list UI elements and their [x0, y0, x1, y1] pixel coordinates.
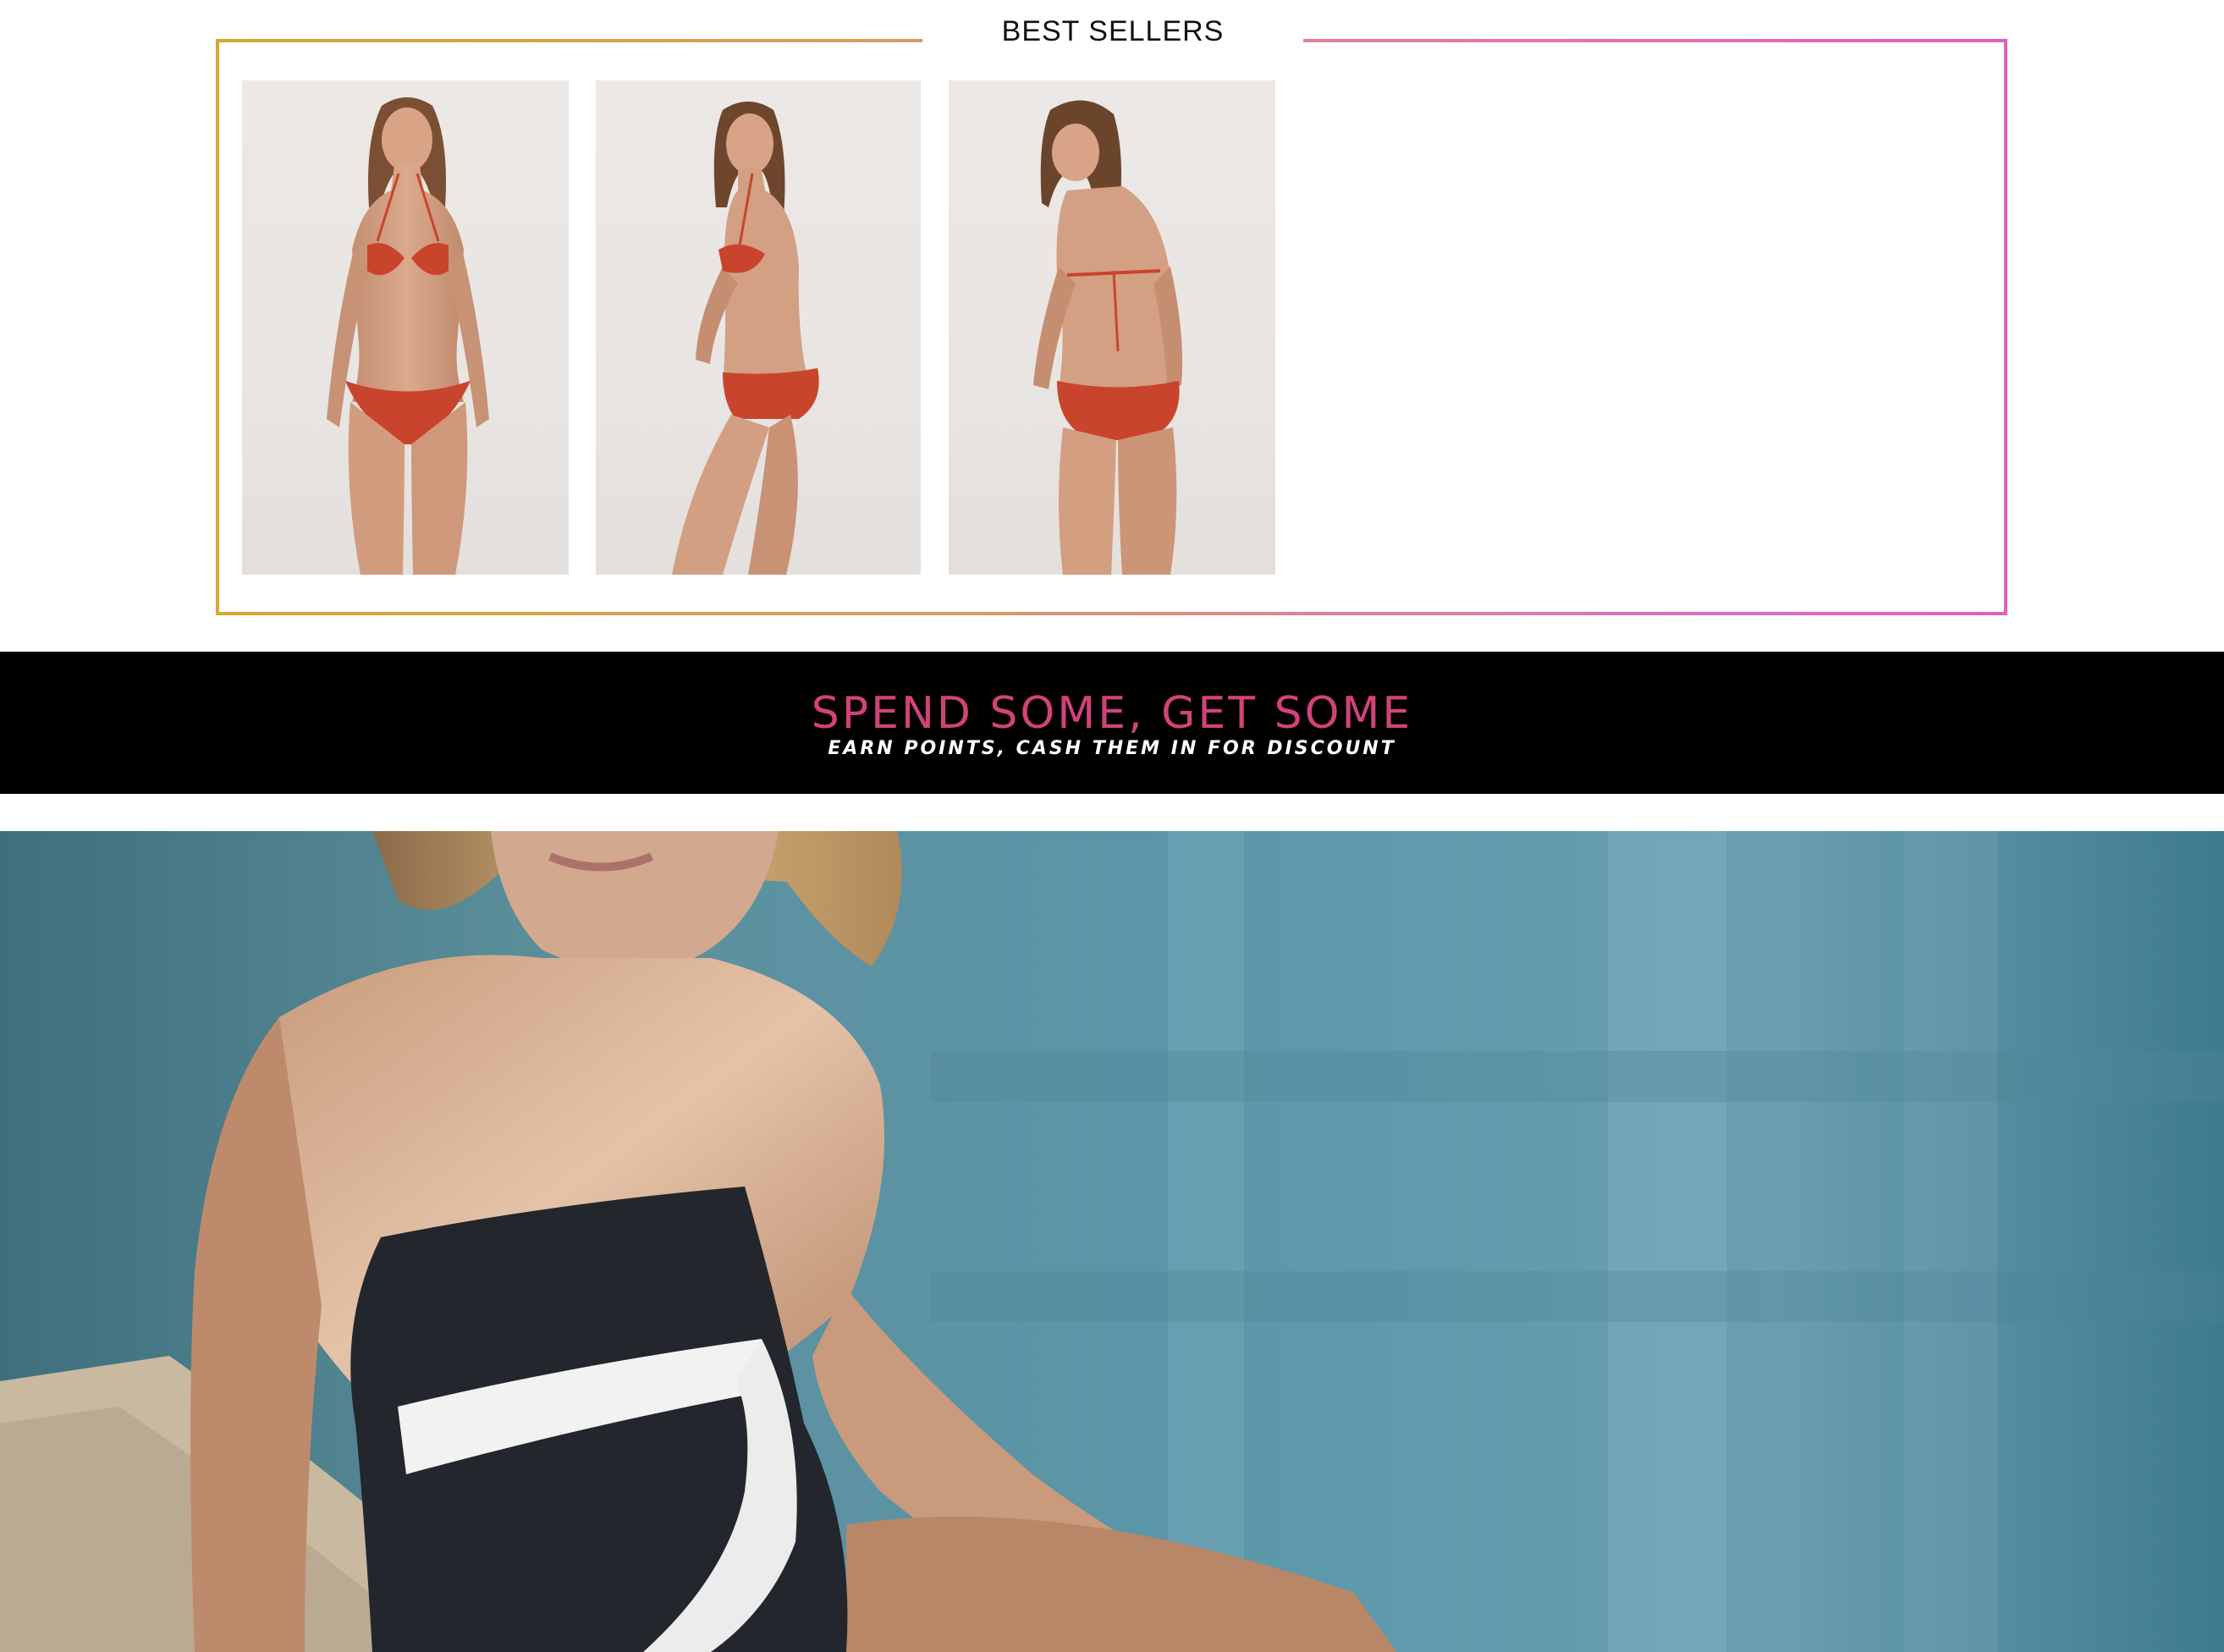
page: BEST SELLERS SPEND SOME, GET SOME EARN P… [0, 0, 2224, 1652]
best-sellers-section: BEST SELLERS [0, 0, 2224, 652]
best-sellers-title: BEST SELLERS [1001, 15, 1225, 47]
product-image-back [1033, 100, 1183, 575]
hero-photo [0, 831, 2224, 1652]
product-card-front[interactable] [242, 80, 569, 575]
rewards-promo-banner[interactable]: SPEND SOME, GET SOME EARN POINTS, CASH T… [0, 652, 2224, 794]
product-card-side[interactable] [596, 80, 921, 575]
promo-subtitle: EARN POINTS, CASH THEM IN FOR DISCOUNT [828, 738, 1396, 759]
product-image-side [672, 102, 819, 575]
product-image-front [327, 97, 489, 575]
hero-image [0, 831, 2224, 1652]
product-card-back[interactable] [949, 80, 1275, 575]
promo-title: SPEND SOME, GET SOME [811, 688, 1413, 739]
